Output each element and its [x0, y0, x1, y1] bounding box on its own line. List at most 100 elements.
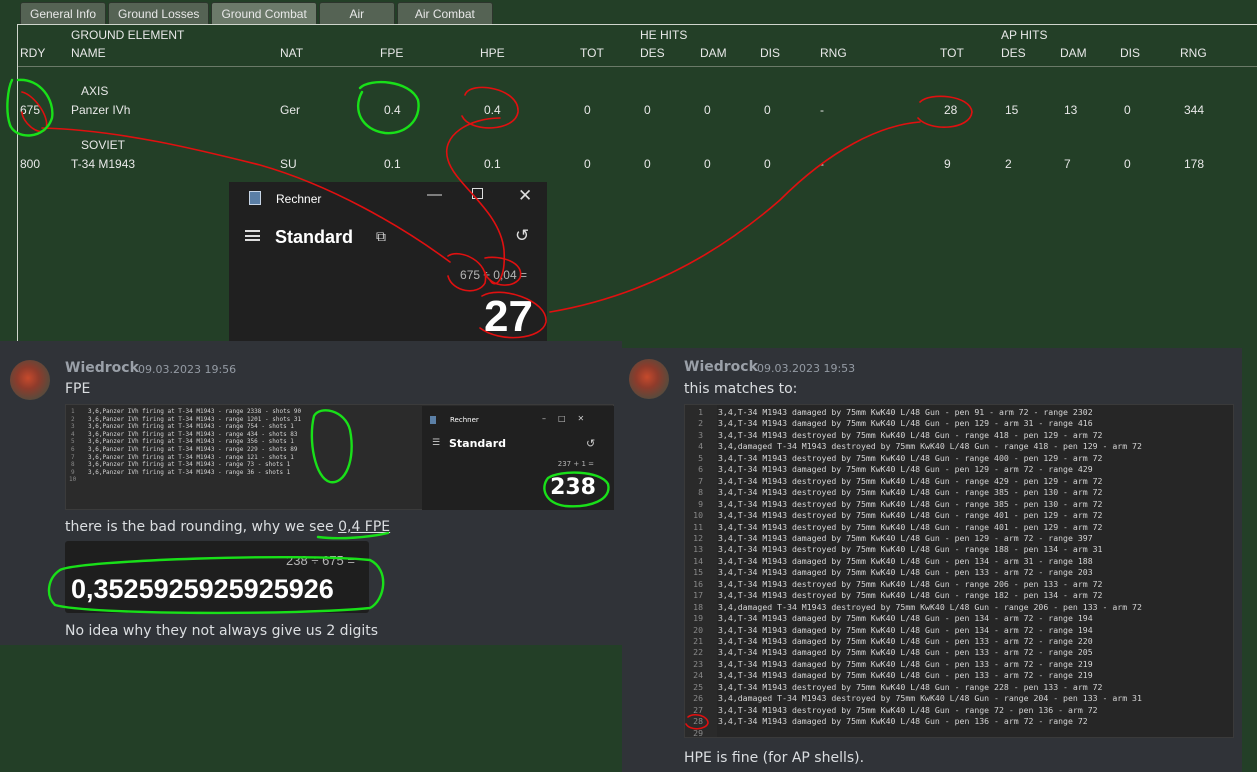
table-cell: 0.4	[384, 103, 401, 117]
log-line: 3,4,T-34 M1943 damaged by 75mm KwK40 L/4…	[718, 624, 1093, 635]
column-header[interactable]: DAM	[700, 46, 727, 60]
table-cell: 9	[944, 157, 951, 171]
header-divider	[18, 66, 1257, 67]
log-line-number: 14	[693, 555, 703, 566]
log-line-number: 5	[698, 452, 703, 463]
log-line-number: 12	[693, 532, 703, 543]
column-header[interactable]: NAME	[71, 46, 106, 60]
log-line-number: 3	[698, 429, 703, 440]
column-header[interactable]: RNG	[820, 46, 847, 60]
log-line: 3,4,T-34 M1943 damaged by 75mm KwK40 L/4…	[718, 613, 1093, 624]
history-icon[interactable]: ↺	[586, 437, 595, 450]
log-line: 3,4,T-34 M1943 destroyed by 75mm KwK40 L…	[718, 510, 1103, 521]
mini-calculator: Rechner –□✕ ☰ Standard ↺ 237 + 1 = 238	[422, 406, 614, 510]
column-header[interactable]: TOT	[940, 46, 964, 60]
table-cell[interactable]: Panzer IVh	[71, 103, 130, 117]
avatar[interactable]	[629, 359, 669, 399]
table-cell: 0	[704, 103, 711, 117]
table-cell: 0	[704, 157, 711, 171]
tab-ground-losses[interactable]: Ground Losses	[108, 2, 210, 24]
table-cell: 800	[20, 157, 41, 171]
column-header[interactable]: DIS	[1120, 46, 1140, 60]
log-line: 3,4,T-34 M1943 destroyed by 75mm KwK40 L…	[718, 521, 1103, 532]
log-line: 3,4,T-34 M1943 destroyed by 75mm KwK40 L…	[718, 704, 1098, 715]
thumbnail-log-line: 3,6,Panzer IVh firing at T-34 M1943 - ra…	[88, 446, 298, 453]
keep-on-top-icon[interactable]: ⧉	[376, 228, 386, 245]
log-line: 3,4,T-34 M1943 destroyed by 75mm KwK40 L…	[718, 452, 1103, 463]
side-label: AXIS	[81, 84, 109, 98]
table-cell: Ger	[280, 103, 301, 117]
menu-icon[interactable]	[245, 230, 260, 241]
table-cell: 13	[1064, 103, 1078, 117]
thumbnail-log-line: 3,6,Panzer IVh firing at T-34 M1943 - ra…	[88, 468, 291, 476]
log-line: 3,4,T-34 M1943 damaged by 75mm KwK40 L/4…	[718, 555, 1093, 566]
log-line: 3,4,T-34 M1943 damaged by 75mm KwK40 L/4…	[718, 407, 1093, 417]
thumbnail-log-line: 3,6,Panzer IVh firing at T-34 M1943 - ra…	[88, 430, 298, 438]
column-header[interactable]: DES	[640, 46, 665, 60]
column-header[interactable]: DES	[1001, 46, 1026, 60]
log-line-number: 23	[693, 658, 703, 669]
log-line-number: 24	[693, 670, 703, 681]
calculator-window: Rechner — ✕ Standard ⧉ ↺ 675 ÷ 0,04 = 27	[229, 182, 547, 341]
timestamp: 09.03.2023 19:56	[138, 363, 237, 376]
log-line: 3,4,damaged T-34 M1943 destroyed by 75mm…	[718, 693, 1142, 704]
avatar[interactable]	[10, 360, 50, 400]
history-icon[interactable]: ↺	[515, 226, 529, 246]
log-line: 3,4,T-34 M1943 damaged by 75mm KwK40 L/4…	[718, 658, 1093, 669]
username[interactable]: Wiedrock	[684, 359, 758, 375]
log-line: 3,4,T-34 M1943 destroyed by 75mm KwK40 L…	[718, 590, 1103, 601]
message-text-part: there is the bad rounding, why we see	[65, 519, 339, 535]
column-header[interactable]: DAM	[1060, 46, 1087, 60]
log-line: 3,4,T-34 M1943 destroyed by 75mm KwK40 L…	[718, 498, 1103, 509]
menu-icon[interactable]: ☰	[432, 438, 440, 448]
column-header[interactable]: RNG	[1180, 46, 1207, 60]
tab-air-losses[interactable]: Air Losses	[318, 2, 395, 43]
calculator-title: Rechner	[450, 416, 479, 424]
close-icon[interactable]: ✕	[518, 186, 532, 206]
calculator-result: 238	[550, 475, 596, 500]
table-cell: 7	[1064, 157, 1071, 171]
username[interactable]: Wiedrock	[65, 360, 139, 376]
log-line: 3,4,T-34 M1943 damaged by 75mm KwK40 L/4…	[718, 647, 1093, 658]
log-line: 3,4,damaged T-34 M1943 destroyed by 75mm…	[718, 441, 1142, 452]
table-cell: 0	[584, 157, 591, 171]
log-line: 3,4,T-34 M1943 destroyed by 75mm KwK40 L…	[718, 544, 1103, 555]
log-line: 3,4,T-34 M1943 destroyed by 75mm KwK40 L…	[718, 429, 1103, 440]
log-line: 3,4,T-34 M1943 damaged by 75mm KwK40 L/4…	[718, 464, 1093, 475]
column-header[interactable]: HPE	[480, 46, 505, 60]
tab-ground-combat[interactable]: Ground Combat	[211, 2, 317, 24]
column-header[interactable]: TOT	[580, 46, 604, 60]
log-screenshot[interactable]: 1 3,4,T-34 M1943 damaged by 75mm KwK40 L/…	[684, 404, 1234, 738]
tab-air-combat[interactable]: Air Combat	[396, 2, 493, 24]
column-header[interactable]: FPE	[380, 46, 403, 60]
column-header[interactable]: DIS	[760, 46, 780, 60]
calculator-expression: 238 ÷ 675 =	[286, 553, 355, 568]
calculator-result: 0,3525925925925926	[71, 574, 334, 604]
log-line-number: 11	[693, 521, 703, 532]
log-line: 3,4,damaged T-34 M1943 destroyed by 75mm…	[718, 601, 1142, 612]
group-header-ground-element: GROUND ELEMENT	[71, 28, 185, 42]
minimize-icon[interactable]: —	[427, 186, 442, 203]
log-line-number: 27	[693, 704, 703, 715]
calculator-mode: Standard	[449, 437, 507, 450]
column-header[interactable]: RDY	[20, 46, 45, 60]
window-controls[interactable]: –□✕	[542, 414, 596, 423]
table-cell[interactable]: T-34 M1943	[71, 157, 135, 171]
tab-bar: General Info Ground Losses Ground Combat…	[20, 2, 495, 43]
maximize-icon[interactable]	[472, 188, 483, 199]
message-text: this matches to:	[684, 381, 798, 397]
table-cell: 178	[1184, 157, 1205, 171]
log-line-number: 1	[698, 407, 703, 417]
thumbnail-log-line: 3,6,Panzer IVh firing at T-34 M1943 - ra…	[88, 415, 302, 423]
table-cell: SU	[280, 157, 297, 171]
thumbnail-line-number: 3	[71, 423, 75, 431]
message-emphasis: 0,4 FPE	[338, 519, 391, 535]
tab-general-info[interactable]: General Info	[20, 2, 107, 24]
calculator-expression: 237 + 1 =	[557, 460, 594, 468]
thumbnail-line-number: 10	[69, 476, 77, 484]
column-header[interactable]: NAT	[280, 46, 303, 60]
calculator-mode: Standard	[275, 227, 354, 247]
log-line-number: 22	[693, 647, 703, 658]
table-cell: 0	[1124, 103, 1131, 117]
thumbnail-log-line: 3,6,Panzer IVh firing at T-34 M1943 - ra…	[88, 408, 302, 415]
